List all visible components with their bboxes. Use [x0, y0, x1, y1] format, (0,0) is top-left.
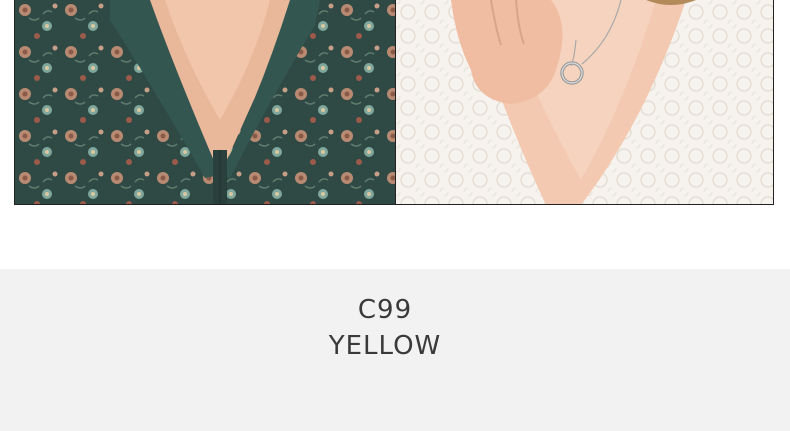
color-caption-panel: C99 YELLOW: [0, 269, 790, 431]
floral-shirt-photo: [15, 0, 396, 204]
floral-shirt-illustration: [15, 0, 395, 204]
product-detail-page: C99 YELLOW: [0, 0, 790, 431]
lace-top-illustration: [395, 0, 773, 204]
product-photo-strip: [14, 0, 774, 205]
color-code-label: C99: [357, 295, 413, 325]
color-name-label: YELLOW: [328, 331, 442, 361]
lace-top-necklace-photo: [395, 0, 773, 204]
